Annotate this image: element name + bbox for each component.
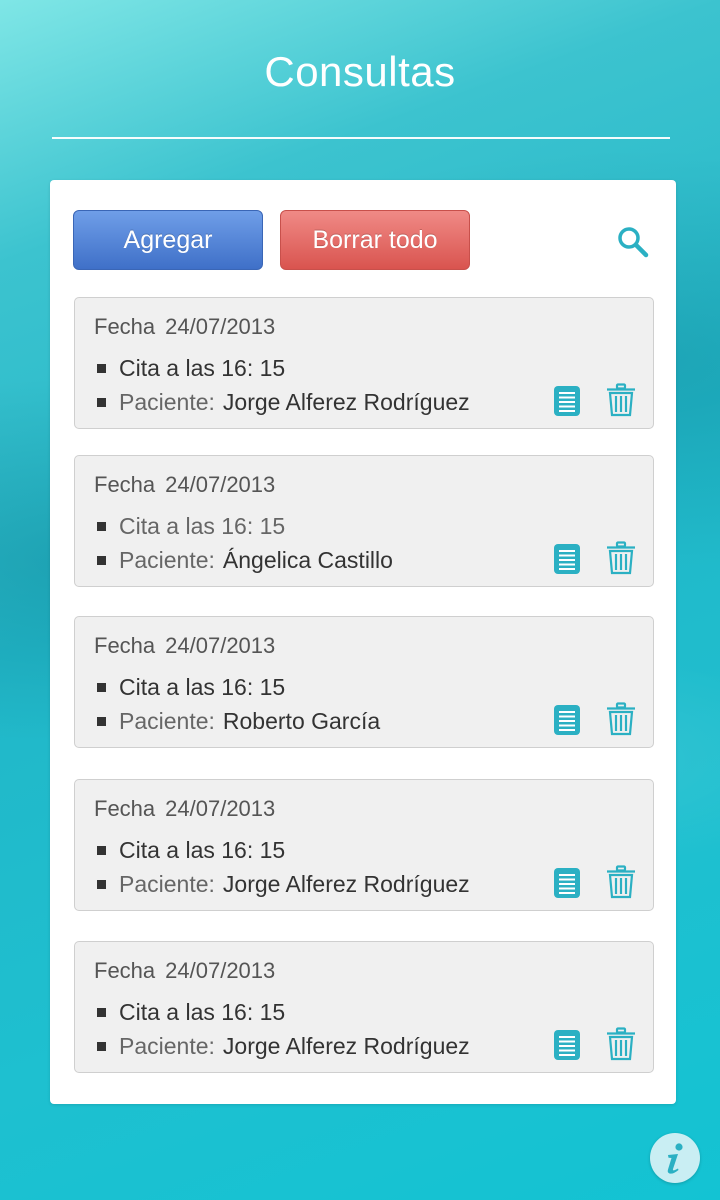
date-row: Fecha 24/07/2013	[94, 796, 275, 822]
patient-label: Paciente:	[119, 547, 215, 573]
patient-label: Paciente:	[119, 708, 215, 734]
patient-label: Paciente:	[119, 1033, 215, 1059]
date-label: Fecha	[94, 314, 156, 339]
appointment-card[interactable]: Fecha 24/07/2013 Cita a las 16: 15 Pacien…	[74, 941, 654, 1073]
document-icon[interactable]	[553, 385, 581, 417]
patient-line: Paciente: Jorge Alferez Rodríguez	[97, 871, 470, 898]
time-text: Cita a las 16: 15	[119, 355, 286, 381]
trash-icon[interactable]	[605, 383, 637, 417]
bullet	[97, 683, 106, 692]
trash-icon[interactable]	[605, 702, 637, 736]
bullet	[97, 522, 106, 531]
patient-name: Jorge Alferez Rodríguez	[222, 871, 470, 897]
document-icon[interactable]	[553, 543, 581, 575]
time-text: Cita a las 16: 15	[119, 674, 286, 700]
patient-name: Roberto García	[222, 708, 381, 734]
time-text: Cita a las 16: 15	[119, 513, 286, 539]
time-line: Cita a las 16: 15	[97, 837, 285, 864]
bullet	[97, 880, 106, 889]
date-row: Fecha 24/07/2013	[94, 472, 275, 498]
date-label: Fecha	[94, 958, 156, 983]
time-text: Cita a las 16: 15	[119, 837, 286, 863]
bullet	[97, 1042, 106, 1051]
date-row: Fecha 24/07/2013	[94, 958, 275, 984]
appointment-card[interactable]: Fecha 24/07/2013 Cita a las 16: 15 Pacien…	[74, 616, 654, 748]
title-divider	[52, 137, 670, 139]
appointment-card[interactable]: Fecha 24/07/2013 Cita a las 16: 15 Pacien…	[74, 297, 654, 429]
patient-line: Paciente: Ángelica Castillo	[97, 547, 393, 574]
bullet	[97, 364, 106, 373]
patient-line: Paciente: Jorge Alferez Rodríguez	[97, 389, 470, 416]
appointments-panel: Agregar Borrar todo Fecha 24/07/2013 Cita…	[50, 180, 676, 1104]
bullet	[97, 556, 106, 565]
date-value: 24/07/2013	[165, 958, 276, 983]
search-icon[interactable]	[615, 224, 651, 260]
add-button[interactable]: Agregar	[73, 210, 263, 270]
date-row: Fecha 24/07/2013	[94, 633, 275, 659]
trash-icon[interactable]	[605, 1027, 637, 1061]
patient-name: Jorge Alferez Rodríguez	[222, 1033, 470, 1059]
date-label: Fecha	[94, 796, 156, 821]
patient-label: Paciente:	[119, 389, 215, 415]
date-label: Fecha	[94, 472, 156, 497]
appointment-card[interactable]: Fecha 24/07/2013 Cita a las 16: 15 Pacien…	[74, 455, 654, 587]
time-line: Cita a las 16: 15	[97, 355, 285, 382]
date-value: 24/07/2013	[165, 633, 276, 658]
patient-line: Paciente: Jorge Alferez Rodríguez	[97, 1033, 470, 1060]
trash-icon[interactable]	[605, 541, 637, 575]
patient-name: Jorge Alferez Rodríguez	[222, 389, 470, 415]
date-value: 24/07/2013	[165, 314, 276, 339]
bullet	[97, 846, 106, 855]
time-text: Cita a las 16: 15	[119, 999, 286, 1025]
time-line: Cita a las 16: 15	[97, 999, 285, 1026]
patient-label: Paciente:	[119, 871, 215, 897]
date-value: 24/07/2013	[165, 796, 276, 821]
date-row: Fecha 24/07/2013	[94, 314, 275, 340]
patient-name: Ángelica Castillo	[222, 547, 393, 573]
bullet	[97, 1008, 106, 1017]
document-icon[interactable]	[553, 704, 581, 736]
patient-line: Paciente: Roberto García	[97, 708, 380, 735]
time-line: Cita a las 16: 15	[97, 513, 285, 540]
date-label: Fecha	[94, 633, 156, 658]
date-value: 24/07/2013	[165, 472, 276, 497]
bullet	[97, 398, 106, 407]
page-title: Consultas	[264, 48, 456, 95]
clear-all-button[interactable]: Borrar todo	[280, 210, 470, 270]
document-icon[interactable]	[553, 1029, 581, 1061]
document-icon[interactable]	[553, 867, 581, 899]
info-icon[interactable]	[650, 1133, 700, 1183]
trash-icon[interactable]	[605, 865, 637, 899]
time-line: Cita a las 16: 15	[97, 674, 285, 701]
bullet	[97, 717, 106, 726]
appointment-card[interactable]: Fecha 24/07/2013 Cita a las 16: 15 Pacien…	[74, 779, 654, 911]
